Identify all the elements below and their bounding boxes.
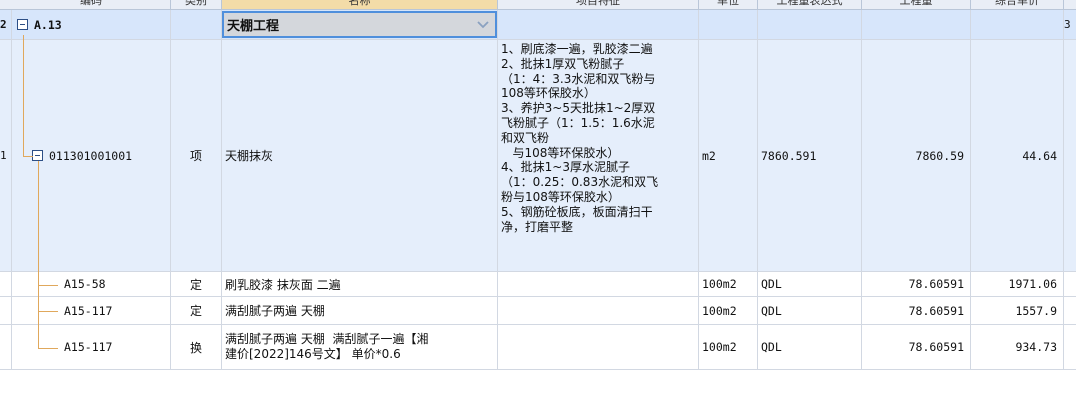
code-cell[interactable]: A15-117 [12,325,171,370]
unit-cell[interactable] [699,10,758,40]
qty-cell[interactable]: 7860.59 [862,40,971,272]
header-qty[interactable]: 工程量 [862,0,971,9]
type-cell[interactable]: 换 [171,325,222,370]
tree-line [23,156,33,157]
name-select-value: 天棚工程 [227,19,280,34]
tree-line [38,285,58,286]
tree-line [38,161,39,348]
tree-line [38,311,58,312]
feature-cell[interactable] [498,272,699,297]
header-name[interactable]: 名称 [222,0,498,9]
price-cell[interactable]: 44.64 [971,40,1064,272]
code-cell[interactable]: A15-117 [12,297,171,325]
unit-cell[interactable]: 100m2 [699,297,758,325]
code-cell[interactable]: 011301001001 [12,40,171,272]
code-text: A.13 [34,17,62,32]
unit-cell[interactable]: 100m2 [699,325,758,370]
name-cell[interactable]: 天棚抹灰 [222,40,498,272]
grid-header: 编码 类别 名称 项目特征 单位 工程量表达式 工程量 综合单价 [0,0,1076,10]
header-feature[interactable]: 项目特征 [498,0,699,9]
row-number [0,325,12,370]
type-cell[interactable]: 项 [171,40,222,272]
feature-cell[interactable] [498,325,699,370]
tree-line [23,35,24,156]
table-row[interactable]: 2 A.13 3 [0,10,1076,40]
price-cell[interactable]: 1557.9 [971,297,1064,325]
unit-cell[interactable]: 100m2 [699,272,758,297]
header-code[interactable]: 编码 [12,0,171,9]
header-unit[interactable]: 单位 [699,0,758,9]
price-cell[interactable]: 934.73 [971,325,1064,370]
type-cell[interactable]: 定 [171,297,222,325]
price-cell[interactable] [971,10,1064,40]
expr-cell[interactable]: 7860.591 [758,40,862,272]
table-row[interactable]: A15-58 定 刷乳胶漆 抹灰面 二遍 100m2 QDL 78.60591 … [0,272,1076,297]
qty-cell[interactable]: 78.60591 [862,325,971,370]
qty-cell[interactable]: 78.60591 [862,272,971,297]
overflow-cell: 3 [1064,10,1076,40]
table-row[interactable]: A15-117 换 满刮腻子两遍 天棚 满刮腻子一遍【湘 建价[2022]146… [0,325,1076,370]
qty-cell[interactable] [862,10,971,40]
header-type[interactable]: 类别 [171,0,222,9]
price-cell[interactable]: 1971.06 [971,272,1064,297]
tree-line [38,348,58,349]
qty-cell[interactable]: 78.60591 [862,297,971,325]
expr-cell[interactable] [758,10,862,40]
overflow-cell [1064,272,1076,297]
expr-cell[interactable]: QDL [758,272,862,297]
chevron-down-icon[interactable] [477,21,489,29]
feature-cell[interactable] [498,297,699,325]
table-row[interactable]: A15-117 定 满刮腻子两遍 天棚 100m2 QDL 78.60591 1… [0,297,1076,325]
name-cell[interactable]: 刷乳胶漆 抹灰面 二遍 [222,272,498,297]
row-number [0,297,12,325]
row-number: 1 [0,40,12,272]
feature-cell[interactable]: 1、刷底漆一遍，乳胶漆二遍 2、批抹1厚双飞粉腻子 （1：4：3.3水泥和双飞粉… [498,40,699,272]
name-cell[interactable]: 满刮腻子两遍 天棚 [222,297,498,325]
minus-box-icon[interactable] [32,150,43,161]
expr-cell[interactable]: QDL [758,297,862,325]
expr-cell[interactable]: QDL [758,325,862,370]
name-select[interactable]: 天棚工程 [222,11,497,38]
code-cell[interactable]: A.13 [12,10,171,40]
overflow-cell [1064,325,1076,370]
code-text: A15-117 [64,303,113,318]
feature-cell[interactable] [498,10,699,40]
overflow-cell [1064,40,1076,272]
table-row[interactable]: 1 011301001001 项 天棚抹灰 1、刷底漆一遍，乳胶漆二遍 2、批抹… [0,40,1076,272]
type-cell[interactable] [171,10,222,40]
row-number [0,272,12,297]
header-expr[interactable]: 工程量表达式 [758,0,862,9]
header-price[interactable]: 综合单价 [971,0,1064,9]
overflow-cell [1064,297,1076,325]
code-text: 011301001001 [49,148,133,163]
name-cell[interactable]: 满刮腻子两遍 天棚 满刮腻子一遍【湘 建价[2022]146号文】 单价*0.6 [222,325,498,370]
minus-box-icon[interactable] [17,19,28,30]
code-text: A15-117 [64,340,113,354]
code-text: A15-58 [64,277,106,291]
row-number: 2 [0,10,12,40]
code-cell[interactable]: A15-58 [12,272,171,297]
unit-cell[interactable]: m2 [699,40,758,272]
type-cell[interactable]: 定 [171,272,222,297]
